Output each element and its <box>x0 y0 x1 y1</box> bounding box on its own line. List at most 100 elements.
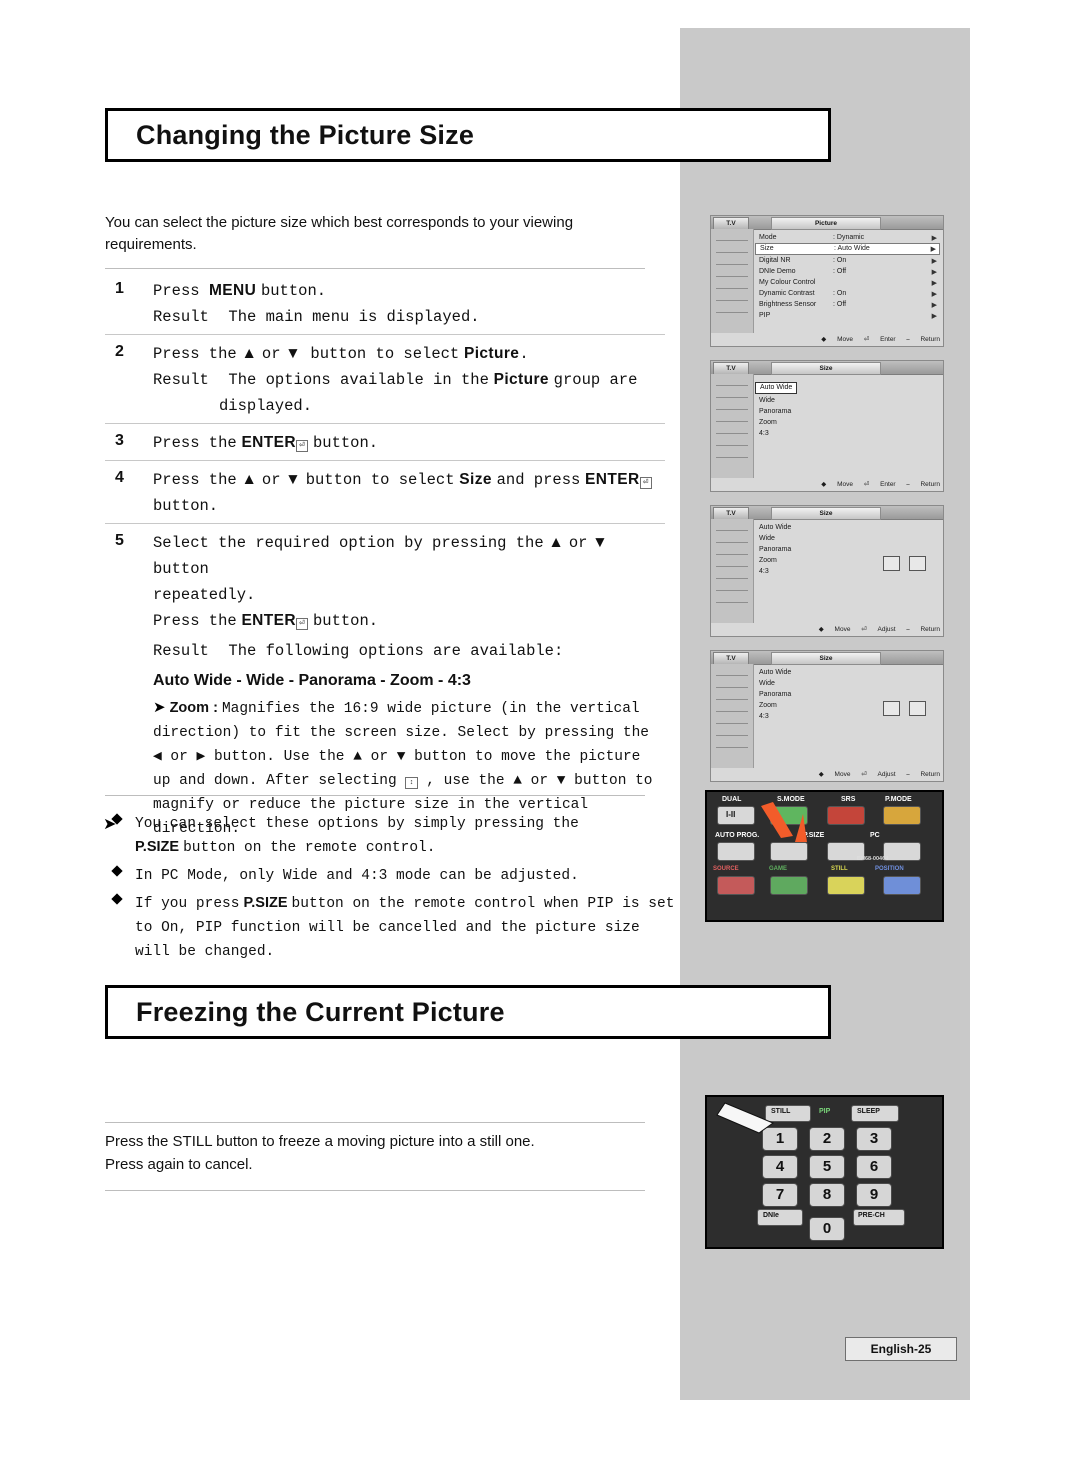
osd-row[interactable]: Dynamic Contrast: On ▶ <box>755 288 940 299</box>
osd-sidebar <box>711 519 754 623</box>
step-instruction: Press MENU button. <box>153 282 327 300</box>
divider <box>105 1190 645 1191</box>
step-number: 2 <box>115 343 124 360</box>
notes-list: ➤ You can select these options by simply… <box>103 812 675 968</box>
osd-footer: ◆ Move ⏎ Adjust ⎯ Return <box>755 624 940 635</box>
zoom-vertical-move-icon[interactable] <box>882 556 900 571</box>
page-number: English-25 <box>845 1337 957 1361</box>
model-number: BN68-00464 <box>857 856 889 862</box>
osd-row-label: PIP <box>759 312 771 319</box>
osd-footer: ◆ Move ⏎ Enter ⎯ Return <box>755 479 940 490</box>
osd-item[interactable]: Panorama <box>755 689 940 700</box>
osd-item[interactable]: Wide <box>755 395 940 406</box>
smode-button[interactable] <box>770 806 808 825</box>
key-label-pc: PC <box>870 832 880 839</box>
osd-row-value: : On <box>833 257 847 264</box>
osd-foot-move: ◆ Move <box>818 626 851 633</box>
arrow-icon: ➤ <box>153 699 166 716</box>
num-key-6[interactable]: 6 <box>856 1155 892 1179</box>
osd-item[interactable]: Panorama <box>755 406 940 417</box>
step-instruction: Press the ▲ or ▼ button to select Pictur… <box>153 345 529 363</box>
osd-title-bar: T.V Size <box>711 506 943 520</box>
num-key-0[interactable]: 0 <box>809 1217 845 1241</box>
osd-row-label: Size <box>760 245 774 252</box>
game-button[interactable] <box>770 876 808 895</box>
note-2: In PC Mode, only Wide and 4:3 mode can b… <box>105 864 675 888</box>
osd-item[interactable]: Wide <box>755 678 940 689</box>
osd-sidebar <box>711 374 754 478</box>
autoprog-button[interactable] <box>717 842 755 861</box>
osd-rows: Auto Wide Wide Panorama Zoom 4:3 <box>755 522 940 622</box>
osd-row[interactable]: DNIe Demo: Off ▶ <box>755 266 940 277</box>
result-label: Result <box>153 308 209 326</box>
num-key-4[interactable]: 4 <box>762 1155 798 1179</box>
osd-item[interactable]: Wide <box>755 533 940 544</box>
still-button[interactable] <box>827 876 865 895</box>
num-key-2[interactable]: 2 <box>809 1127 845 1151</box>
diamond-bullet-icon <box>111 865 123 877</box>
step-number: 5 <box>115 532 124 549</box>
num-key-1[interactable]: 1 <box>762 1127 798 1151</box>
psize-button[interactable] <box>770 842 808 861</box>
osd-foot-return: ⎯ Return <box>906 626 940 633</box>
osd-foot-move: ◆ Move <box>818 771 851 778</box>
osd-rows: Auto Wide Wide Panorama Zoom 4:3 <box>755 377 940 477</box>
osd-item[interactable]: 4:3 <box>755 428 940 439</box>
extra-button[interactable] <box>883 842 921 861</box>
size-options-line: Auto Wide - Wide - Panorama - Zoom - 4:3 <box>153 672 471 689</box>
freeze-line-1: Press the STILL button to freeze a movin… <box>105 1133 535 1150</box>
num-key-7[interactable]: 7 <box>762 1183 798 1207</box>
divider <box>105 268 645 269</box>
diamond-bullet-icon <box>111 893 123 905</box>
key-label-pmode: P.MODE <box>885 796 912 803</box>
step-result: Result The main menu is displayed. <box>153 304 665 330</box>
num-key-3[interactable]: 3 <box>856 1127 892 1151</box>
key-label-smode: S.MODE <box>777 796 805 803</box>
pmode-button[interactable] <box>883 806 921 825</box>
position-button[interactable] <box>883 876 921 895</box>
note-1: You can select these options by simply p… <box>105 812 675 860</box>
zoom-vertical-move-icon[interactable] <box>882 701 900 716</box>
osd-sidebar <box>711 664 754 768</box>
num-key-8[interactable]: 8 <box>809 1183 845 1207</box>
key-label-autoprog: AUTO PROG. <box>715 832 760 839</box>
osd-row[interactable]: Brightness Sensor: Off ▶ <box>755 299 940 310</box>
srs-button[interactable] <box>827 806 865 825</box>
dual-button[interactable] <box>717 806 755 825</box>
step-number: 3 <box>115 432 124 449</box>
key-label-still: STILL <box>831 866 848 872</box>
osd-title: Picture <box>771 217 881 230</box>
num-key-9[interactable]: 9 <box>856 1183 892 1207</box>
osd-row[interactable]: PIP ▶ <box>755 310 940 321</box>
step-4: 4 Press the ▲ or ▼ button to select Size… <box>105 461 665 523</box>
key-label-game: GAME <box>769 866 787 872</box>
key-label-srs: SRS <box>841 796 856 803</box>
osd-row-selected[interactable]: Size: Auto Wide ▶ <box>755 243 940 255</box>
osd-row-label: Mode <box>759 234 777 241</box>
osd-item[interactable]: Panorama <box>755 544 940 555</box>
step-5: 5 Select the required option by pressing… <box>105 524 665 845</box>
result-label: Result <box>153 642 209 660</box>
page-title: Changing the Picture Size <box>136 119 475 150</box>
num-key-5[interactable]: 5 <box>809 1155 845 1179</box>
osd-item[interactable]: Auto Wide <box>755 522 940 533</box>
step-3: 3 Press the ENTER ⏎ button. <box>105 424 665 460</box>
osd-picture-menu: T.V Picture Mode: Dynamic ▶ Size: Auto Wi… <box>710 215 944 347</box>
step-2: 2 Press the ▲ or ▼ button to select Pict… <box>105 335 665 423</box>
osd-item[interactable]: Auto Wide <box>755 667 940 678</box>
osd-row-value: : Off <box>833 301 847 308</box>
osd-row[interactable]: Mode: Dynamic ▶ <box>755 232 940 243</box>
freeze-body: Press the STILL button to freeze a movin… <box>105 1130 665 1176</box>
section-heading-freeze: Freezing the Current Picture <box>105 985 831 1039</box>
osd-foot-adjust: ⏎ Adjust <box>861 626 896 633</box>
osd-size-menu-zoom-2: T.V Size Auto Wide Wide Panorama Zoom 4:… <box>710 650 944 782</box>
section-heading-picture-size: Changing the Picture Size <box>105 108 831 162</box>
osd-item-selected[interactable]: Auto Wide <box>755 382 798 394</box>
osd-item[interactable]: Zoom <box>755 417 940 428</box>
osd-row[interactable]: My Colour Control ▶ <box>755 277 940 288</box>
step-instruction: Press the ENTER ⏎ button. <box>153 434 379 452</box>
source-button[interactable] <box>717 876 755 895</box>
zoom-size-icon[interactable] <box>909 701 926 716</box>
zoom-size-icon[interactable] <box>909 556 926 571</box>
osd-row[interactable]: Digital NR: On ▶ <box>755 255 940 266</box>
